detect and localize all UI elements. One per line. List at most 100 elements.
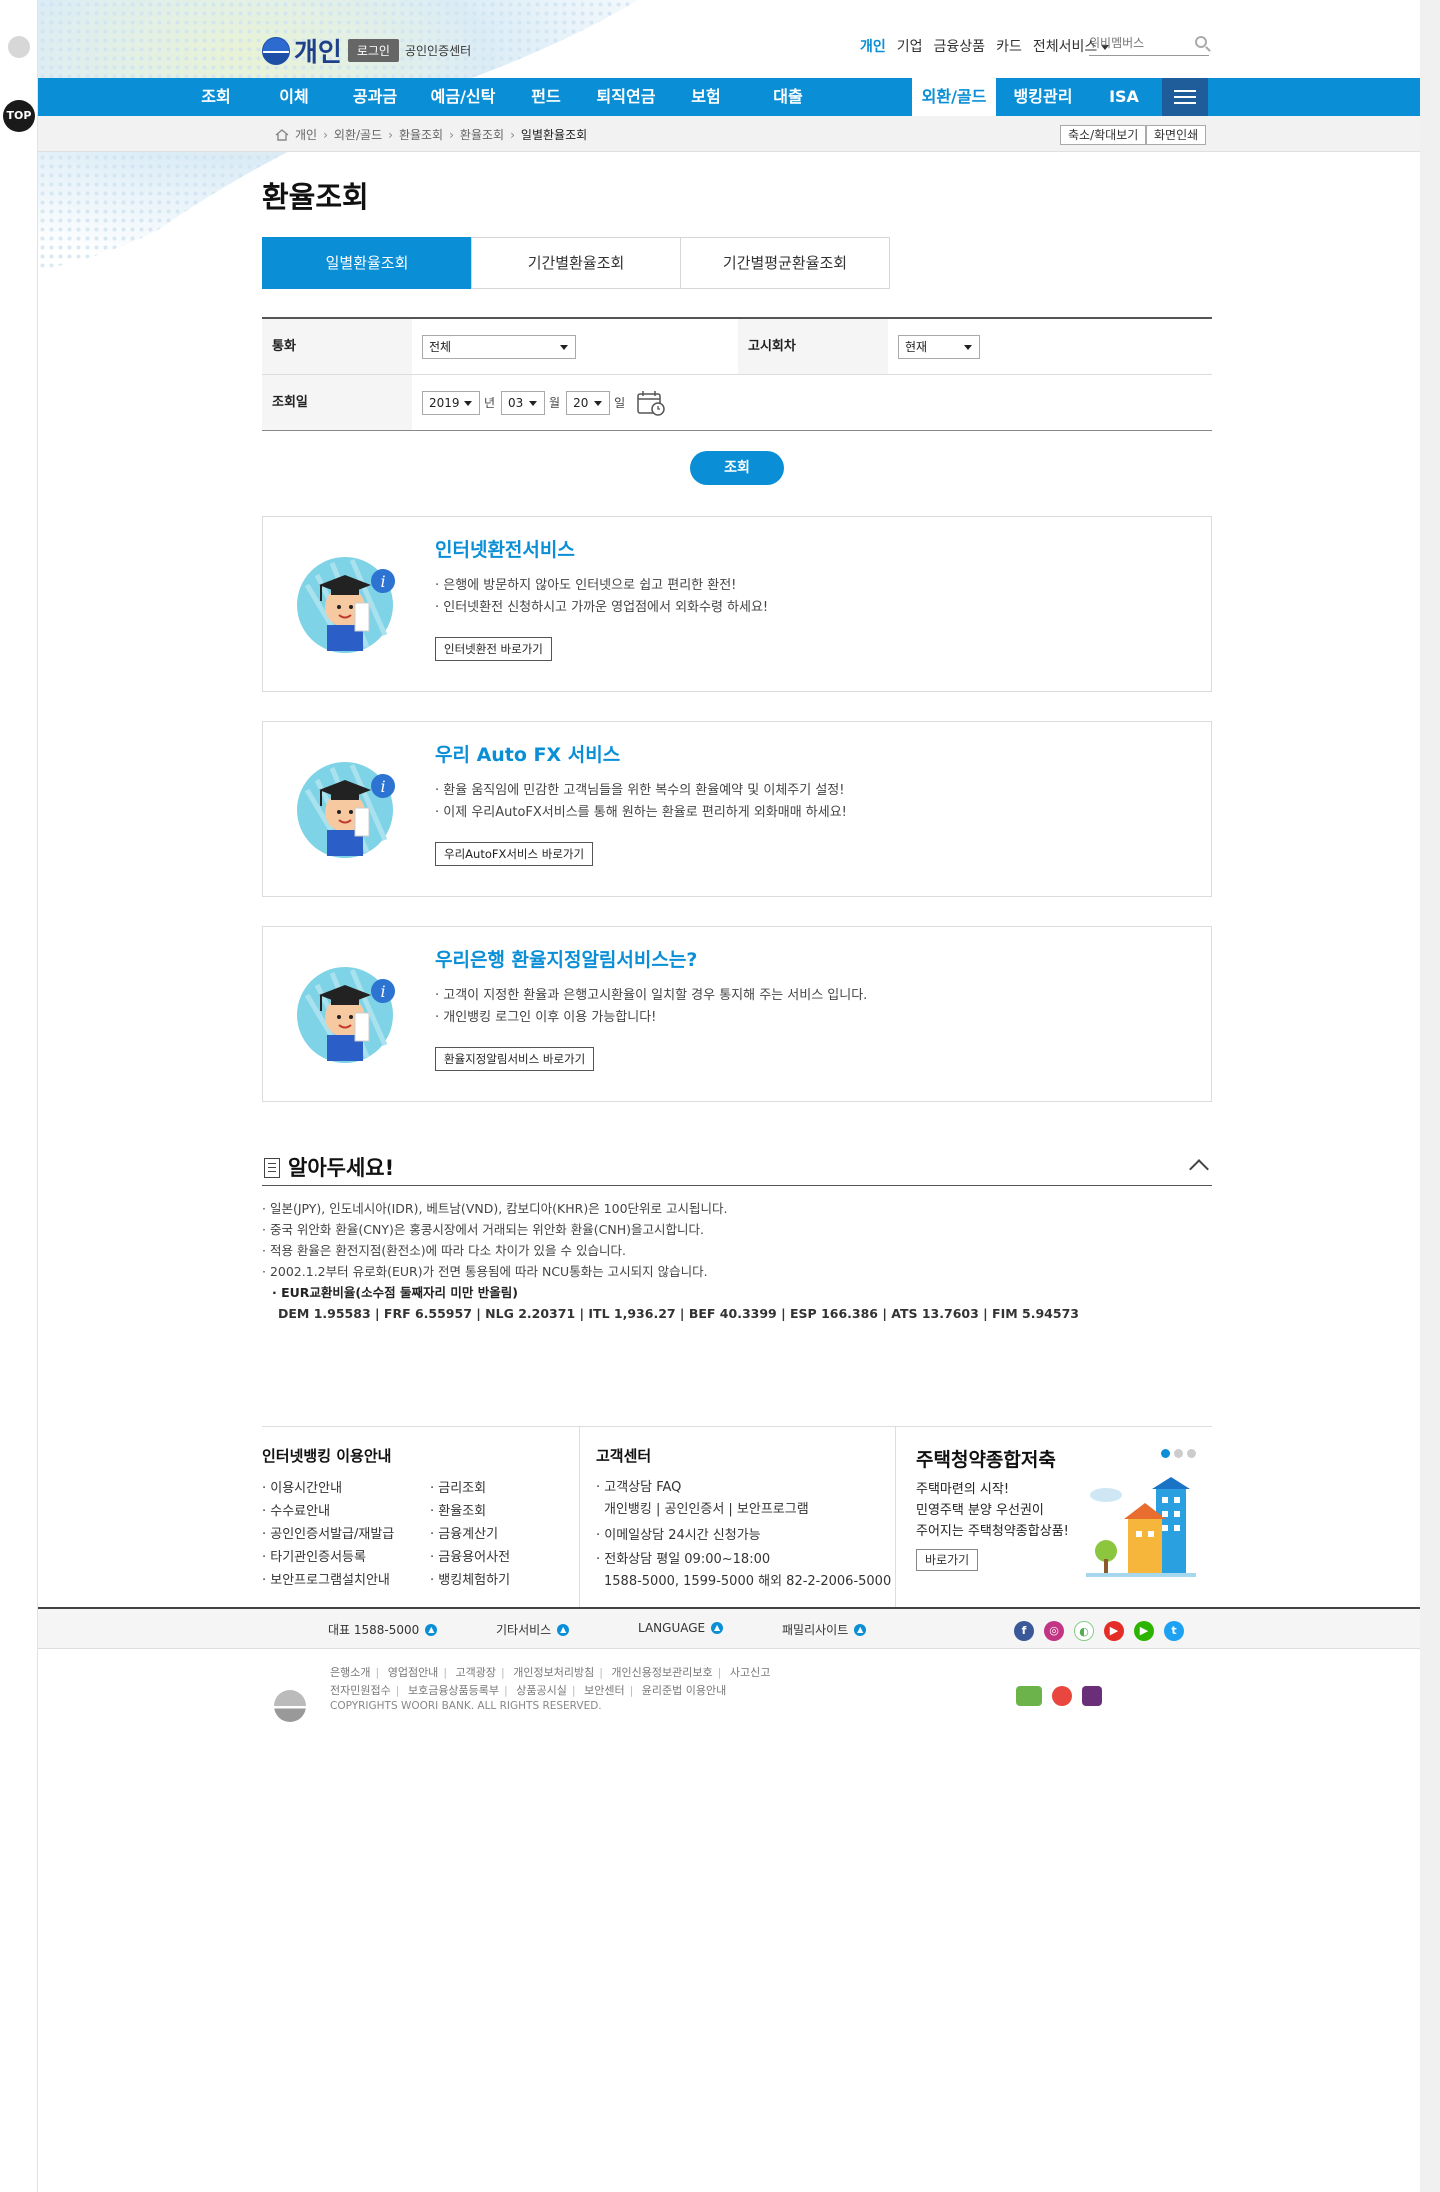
cert-mark-icon [1052,1686,1072,1706]
cs-faq-link[interactable]: 고객상담 FAQ [596,1477,891,1499]
footer-link[interactable]: 은행소개 [330,1666,370,1679]
pager-dot[interactable] [1187,1449,1196,1458]
breadcrumb-item[interactable]: 환율조회 [460,126,504,143]
banner-pager [1157,1449,1196,1458]
collapse-arrow-icon[interactable] [1189,1159,1209,1179]
tab-period-rate[interactable]: 기간별환율조회 [471,237,681,289]
util-nav-personal[interactable]: 개인 [860,36,886,56]
footer-link[interactable]: 개인정보처리방침 [513,1666,594,1679]
other-services-link[interactable]: 기타서비스 ▲ [496,1621,570,1638]
footer-link[interactable]: 영업점안내 [388,1666,439,1679]
footer-link[interactable]: 개인신용정보관리보호 [611,1666,712,1679]
top-button[interactable]: TOP [3,100,35,132]
gnb-loan[interactable]: 대출 [758,78,818,116]
util-nav-products[interactable]: 금융상품 [934,36,986,56]
notice-round-select[interactable]: 현재 [898,334,980,359]
logo-text: 개인 [294,38,342,68]
footer-link[interactable]: 사고신고 [730,1666,770,1679]
naver-tv-icon[interactable]: ▶ [1134,1621,1154,1641]
quick-circle-icon[interactable] [8,36,30,58]
kakaostory-icon[interactable]: ◐ [1074,1621,1094,1641]
gnb-fund[interactable]: 펀드 [516,78,576,116]
header: 개인 로그인 공인인증센터 개인 기업 금융상품 카드 전체서비스 [38,0,1420,78]
brand-logo[interactable]: 개인 로그인 공인인증센터 [262,32,471,69]
gnb-transfer[interactable]: 이체 [264,78,324,116]
footer-link[interactable]: 보호금융상품등록부 [408,1684,499,1697]
pager-dot[interactable] [1174,1449,1183,1458]
currency-label: 통화 [262,319,412,374]
cs-email[interactable]: 이메일상담 24시간 신청가능 [596,1525,891,1547]
search-button[interactable]: 조회 [690,451,784,485]
gnb-banking-mgmt[interactable]: 뱅킹관리 [1001,78,1085,116]
util-nav-all-services-label: 전체서비스 [1032,39,1098,55]
rep-number-label: 대표 1588-5000 [328,1623,420,1637]
social-links: f ◎ ◐ ▶ ▶ t [1014,1621,1194,1641]
family-site-link[interactable]: 패밀리사이트 ▲ [782,1621,867,1638]
banking-guide-link[interactable]: 수수료안내 [262,1500,394,1523]
banking-guide-link[interactable]: 공인인증서발급/재발급 [262,1523,394,1546]
footer-link[interactable]: 보안센터 [584,1684,624,1697]
tab-daily-rate[interactable]: 일별환율조회 [262,237,472,289]
pager-dot[interactable] [1161,1449,1170,1458]
footer-link[interactable]: 전자민원접수 [330,1684,391,1697]
left-quick-bar: TOP [0,0,38,2192]
breadcrumb-item[interactable]: 환율조회 [399,126,443,143]
gnb-inquiry[interactable]: 조회 [186,78,246,116]
year-select[interactable]: 2019 [422,390,480,415]
login-button[interactable]: 로그인 [347,39,399,62]
currency-select[interactable]: 전체 [422,334,576,359]
banking-guide-link[interactable]: 뱅킹체험하기 [430,1569,510,1592]
gnb-forex-gold[interactable]: 외환/골드 [912,78,996,116]
instagram-icon[interactable]: ◎ [1044,1621,1064,1641]
cs-faq-sub[interactable]: 개인뱅킹 | 공인인증서 | 보안프로그램 [596,1499,891,1521]
banking-guide-link[interactable]: 금융계산기 [430,1523,510,1546]
arrow-up-icon: ▲ [711,1622,724,1634]
gnb-isa[interactable]: ISA [1094,78,1154,116]
banking-guide-link[interactable]: 환율조회 [430,1500,510,1523]
hamburger-menu-icon[interactable] [1162,78,1208,116]
gnb-insurance[interactable]: 보험 [676,78,736,116]
banking-guide-link[interactable]: 보안프로그램설치안내 [262,1569,394,1592]
zoom-button[interactable]: 축소/확대보기 [1060,125,1147,145]
family-site-label: 패밀리사이트 [782,1623,849,1637]
rep-number-link[interactable]: 대표 1588-5000 ▲ [328,1621,438,1638]
cert-mark-icon [1016,1686,1042,1706]
gnb-pension[interactable]: 퇴직연금 [586,78,666,116]
language-link[interactable]: LANGUAGE ▲ [638,1621,724,1635]
footer-link[interactable]: 윤리준법 이용안내 [642,1684,726,1697]
calendar-icon[interactable] [637,390,665,416]
footer-link[interactable]: 고객광장 [456,1666,496,1679]
auto-fx-link-button[interactable]: 우리AutoFX서비스 바로가기 [435,842,594,866]
facebook-icon[interactable]: f [1014,1621,1034,1641]
banking-guide-link[interactable]: 이용시간안내 [262,1477,394,1500]
banking-guide-link[interactable]: 타기관인증서등록 [262,1546,394,1569]
footer-link[interactable]: 상품공시실 [516,1684,567,1697]
search-input[interactable] [1089,32,1185,54]
promo-go-button[interactable]: 바로가기 [916,1549,979,1571]
tab-period-average-rate[interactable]: 기간별평균환율조회 [680,237,890,289]
twitter-icon[interactable]: t [1164,1621,1184,1641]
youtube-icon[interactable]: ▶ [1104,1621,1124,1641]
banking-guide-link[interactable]: 금융용어사전 [430,1546,510,1569]
rate-alert-link-button[interactable]: 환율지정알림서비스 바로가기 [435,1047,595,1071]
gnb-utility-bills[interactable]: 공과금 [340,78,410,116]
service-desc-line: 이제 우리AutoFX서비스를 통해 원하는 환율로 편리하게 외화매매 하세요… [435,802,847,824]
gnb-deposit-trust[interactable]: 예금/신탁 [418,78,508,116]
search-icon[interactable] [1195,36,1207,48]
print-button[interactable]: 화면인쇄 [1146,125,1207,145]
day-select[interactable]: 20 [566,390,611,415]
notice-section: 알아두세요! 일본(JPY), 인도네시아(IDR), 베트남(VND), 캄보… [262,1148,1212,1325]
month-select[interactable]: 03 [501,390,546,415]
cs-phone: 전화상담 평일 09:00~18:00 [596,1549,891,1571]
scrollbar-track[interactable] [1420,0,1440,2192]
home-icon[interactable] [275,128,289,141]
banking-guide-link[interactable]: 금리조회 [430,1477,510,1500]
util-nav-corporate[interactable]: 기업 [897,36,923,56]
breadcrumb-item[interactable]: 외환/골드 [334,126,382,143]
service-title: 우리은행 환율지정알림서비스는? [435,949,698,971]
cert-center-link[interactable]: 공인인증센터 [405,42,471,59]
notice-title: 알아두세요! [288,1156,395,1180]
breadcrumb-item[interactable]: 개인 [295,126,317,143]
util-nav-card[interactable]: 카드 [996,36,1022,56]
internet-exchange-link-button[interactable]: 인터넷환전 바로가기 [435,637,552,661]
